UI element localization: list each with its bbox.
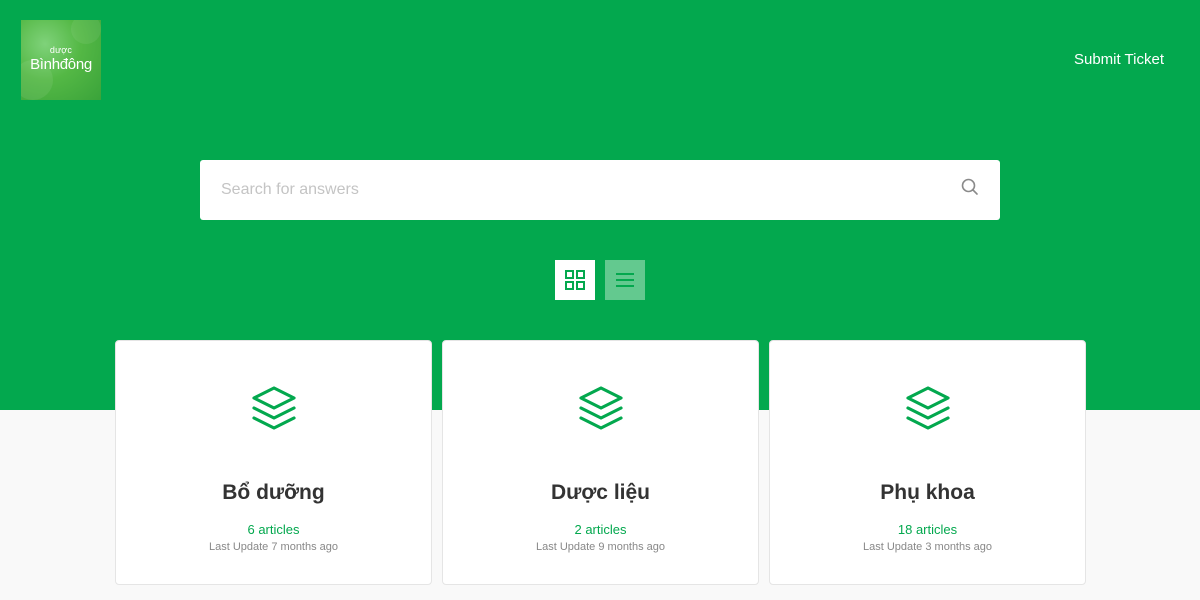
article-count: 18 articles bbox=[897, 522, 958, 537]
search-icon[interactable] bbox=[960, 177, 980, 197]
logo-brand-text: Bìnhđông bbox=[30, 56, 92, 73]
category-title[interactable]: Dược liệu bbox=[443, 481, 758, 505]
last-update: Last Update 3 months ago bbox=[862, 541, 993, 553]
category-title[interactable]: Bổ dưỡng bbox=[116, 481, 431, 505]
list-view-button[interactable] bbox=[605, 260, 645, 300]
article-count: 2 articles bbox=[574, 522, 627, 537]
category-title[interactable]: Phụ khoa bbox=[770, 481, 1085, 505]
search-input[interactable] bbox=[200, 160, 961, 220]
category-card[interactable]: Dược liệu 2 articles Last Update 9 month… bbox=[442, 340, 759, 585]
brand-logo[interactable]: dược Bìnhđông bbox=[21, 20, 101, 100]
layers-icon bbox=[252, 386, 296, 430]
submit-ticket-link[interactable]: Submit Ticket bbox=[1074, 51, 1164, 68]
last-update: Last Update 9 months ago bbox=[535, 541, 666, 553]
grid-view-button[interactable] bbox=[555, 260, 595, 300]
logo-small-text: dược bbox=[49, 45, 73, 55]
category-card[interactable]: Phụ khoa 18 articles Last Update 3 month… bbox=[769, 340, 1086, 585]
category-card[interactable]: Bổ dưỡng 6 articles Last Update 7 months… bbox=[115, 340, 432, 585]
layers-icon bbox=[906, 386, 950, 430]
last-update: Last Update 7 months ago bbox=[208, 541, 339, 553]
article-count: 6 articles bbox=[247, 522, 300, 537]
grid-icon bbox=[565, 270, 585, 290]
list-icon bbox=[616, 273, 634, 287]
logo-leaf-decoration bbox=[71, 20, 101, 44]
layers-icon bbox=[579, 386, 623, 430]
search-bar bbox=[200, 160, 1000, 220]
